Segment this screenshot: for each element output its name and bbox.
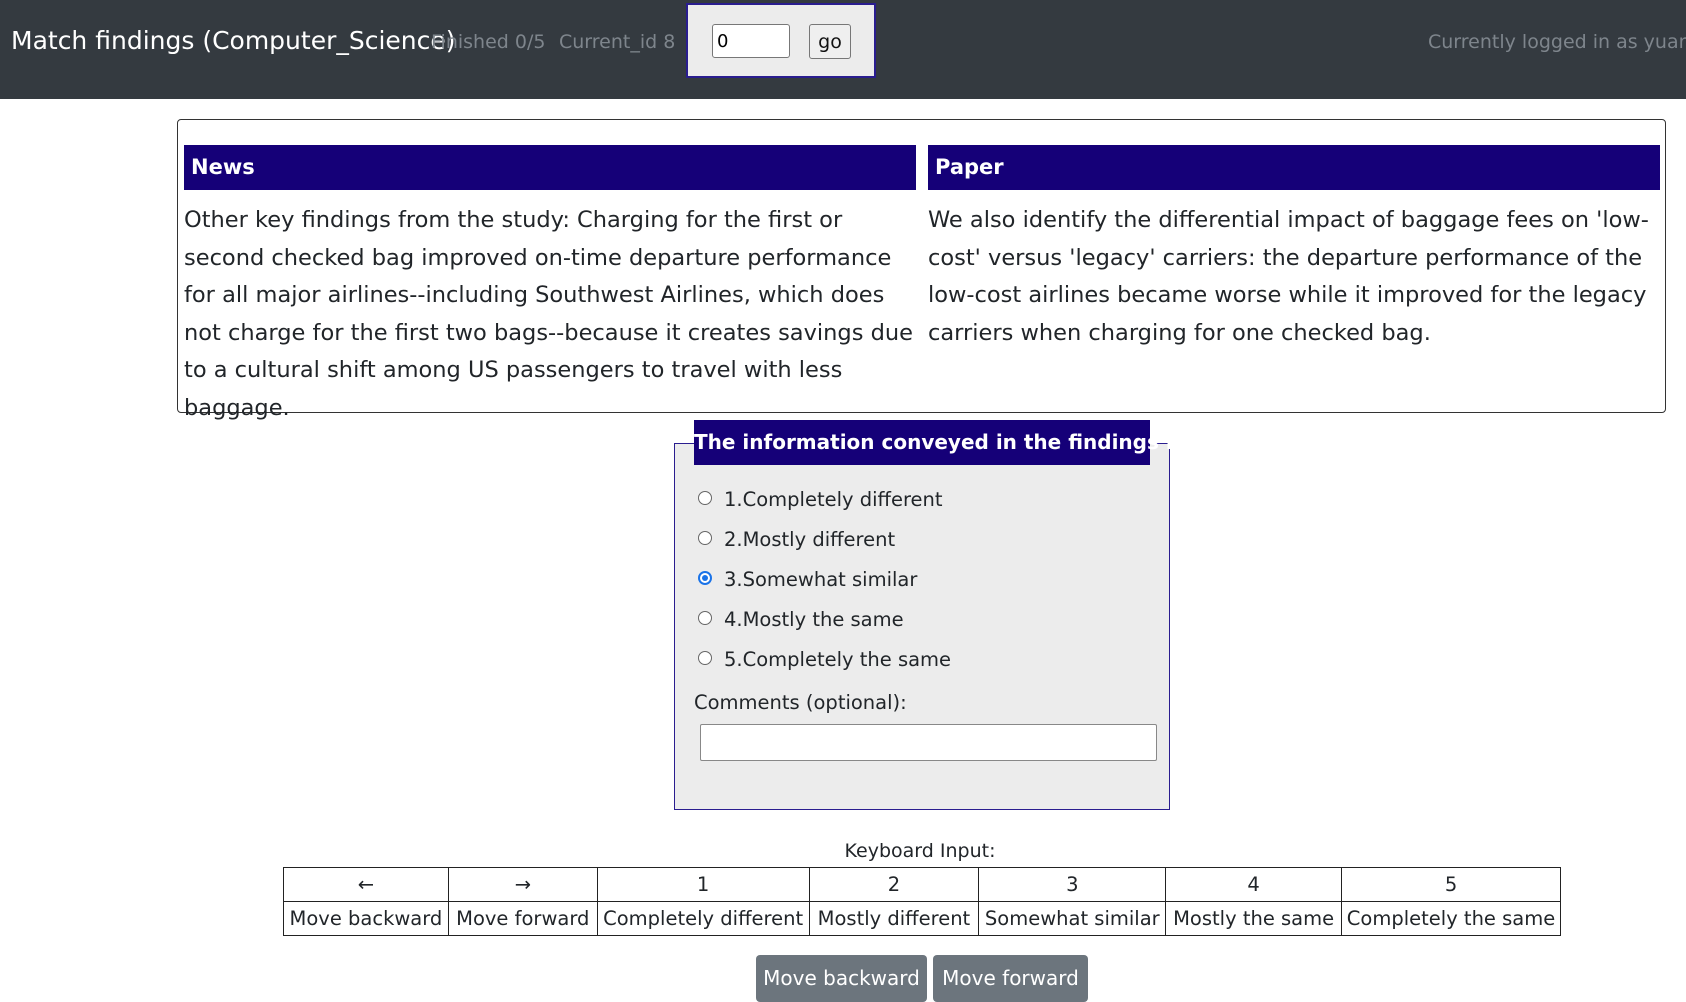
option-somewhat-similar[interactable]: 3.Somewhat similar: [698, 568, 917, 591]
comments-input[interactable]: [700, 724, 1157, 761]
option-mostly-the-same[interactable]: 4.Mostly the same: [698, 608, 904, 631]
key-3: 3: [978, 867, 1167, 902]
option-label: 1.Completely different: [724, 488, 943, 511]
findings-card: News Other key findings from the study: …: [177, 119, 1666, 421]
news-column: News Other key findings from the study: …: [184, 145, 916, 427]
go-button[interactable]: go: [809, 24, 851, 59]
option-label: 3.Somewhat similar: [724, 568, 918, 591]
radio-2[interactable]: [698, 530, 712, 545]
option-mostly-different[interactable]: 2.Mostly different: [698, 528, 895, 551]
key-left-arrow: ←: [283, 867, 449, 902]
option-label: 5.Completely the same: [724, 648, 952, 671]
keyboard-shortcut-table: ← → 1 2 3 4 5 Move backward Move forward…: [283, 867, 1561, 936]
key-4: 4: [1165, 867, 1343, 902]
news-header: News: [184, 145, 916, 190]
radio-4[interactable]: [698, 610, 712, 625]
key-2: 2: [808, 867, 980, 902]
paper-header: Paper: [928, 145, 1660, 190]
top-navbar: Match findings (Computer_Science) Finish…: [0, 0, 1686, 99]
key-1: 1: [596, 867, 810, 902]
option-label: 2.Mostly different: [724, 528, 896, 551]
action-mostly-different: Mostly different: [808, 901, 980, 936]
comments-label: Comments (optional):: [694, 691, 907, 714]
action-move-backward: Move backward: [283, 901, 449, 936]
app-title: Match findings (Computer_Science): [11, 26, 456, 55]
key-5: 5: [1341, 867, 1561, 902]
rating-legend: The information conveyed in the findings…: [694, 420, 1185, 465]
goto-id-input[interactable]: [712, 24, 790, 58]
finished-counter: Finished 0/5: [431, 31, 546, 53]
radio-1[interactable]: [698, 490, 712, 505]
paper-column: Paper We also identify the differential …: [928, 145, 1660, 352]
move-backward-button[interactable]: Move backward: [756, 955, 927, 1002]
keyboard-input-title: Keyboard Input:: [844, 840, 996, 862]
action-move-forward: Move forward: [447, 901, 598, 936]
news-text: Other key findings from the study: Charg…: [184, 207, 913, 421]
key-right-arrow: →: [447, 867, 598, 902]
move-forward-button[interactable]: Move forward: [933, 955, 1088, 1002]
paper-text: We also identify the differential impact…: [928, 207, 1649, 346]
action-somewhat-similar: Somewhat similar: [978, 901, 1167, 936]
action-completely-the-same: Completely the same: [1341, 901, 1561, 936]
action-row: Move backward Move forward Completely di…: [283, 901, 1561, 936]
goto-form: go: [686, 3, 876, 78]
action-mostly-the-same: Mostly the same: [1165, 901, 1343, 936]
option-completely-different[interactable]: 1.Completely different: [698, 488, 943, 511]
radio-3[interactable]: [698, 570, 712, 585]
option-completely-the-same[interactable]: 5.Completely the same: [698, 648, 951, 671]
option-label: 4.Mostly the same: [724, 608, 904, 631]
radio-5[interactable]: [698, 650, 712, 665]
key-row: ← → 1 2 3 4 5: [283, 867, 1561, 902]
current-id: Current_id 8: [559, 31, 676, 53]
logged-in-user: Currently logged in as yuanyu: [1428, 31, 1686, 53]
action-completely-different: Completely different: [596, 901, 810, 936]
